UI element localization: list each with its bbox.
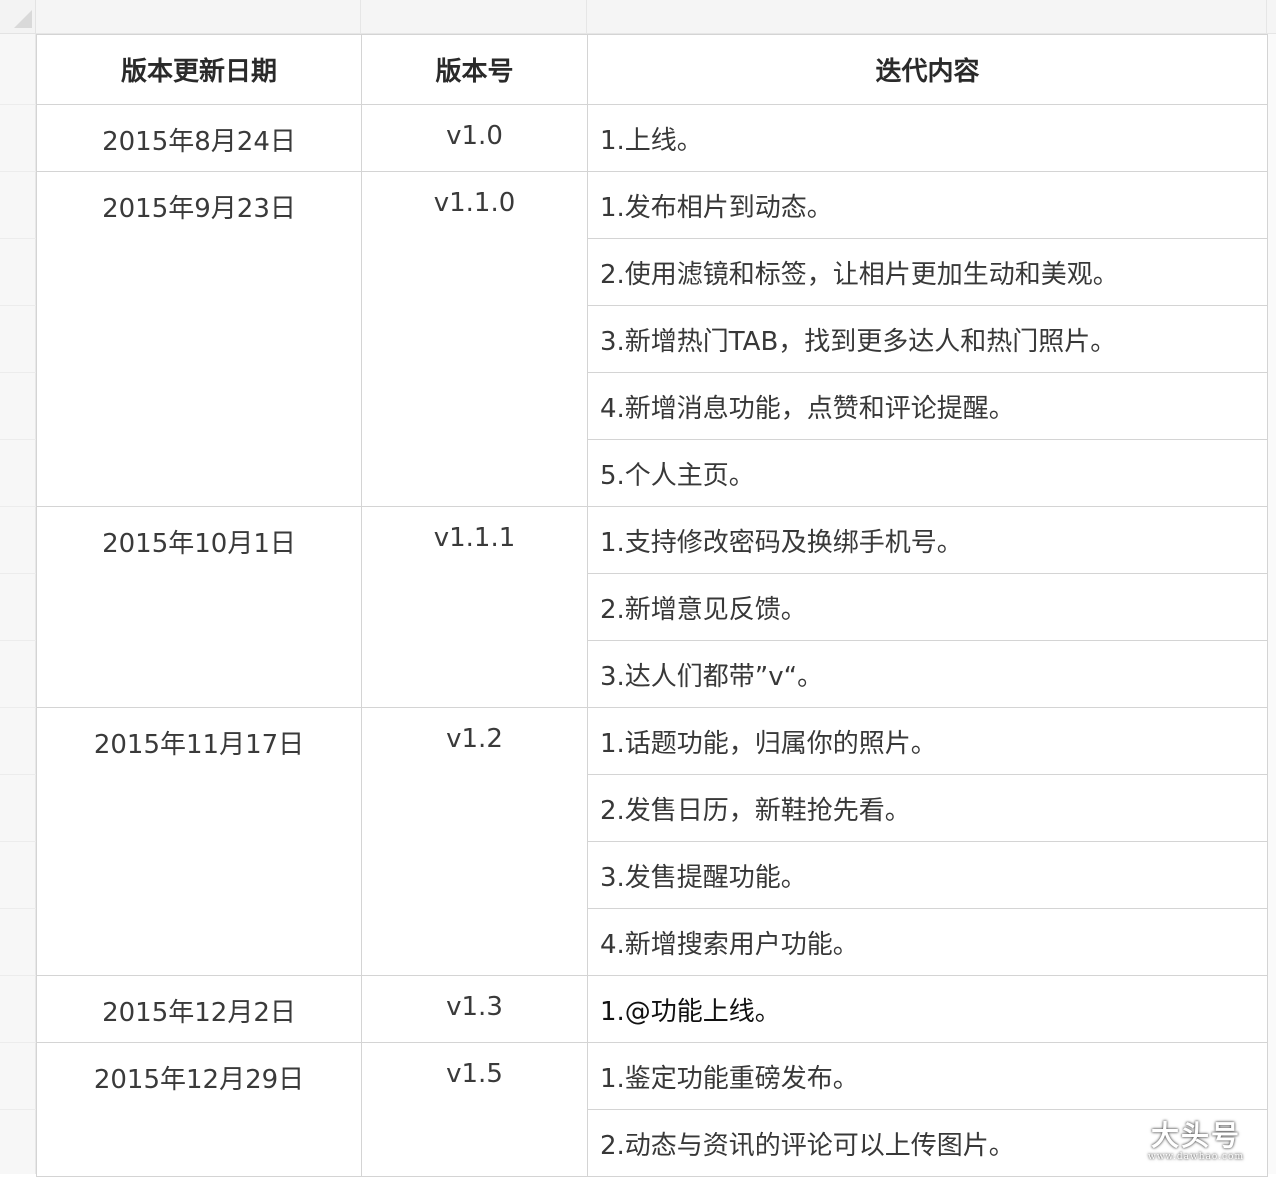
row-header-divider	[0, 238, 36, 239]
row-header-divider	[0, 975, 36, 976]
row-header-divider	[0, 640, 36, 641]
iteration-content-cell[interactable]: 1.上线。	[587, 104, 1268, 172]
iteration-content-cell[interactable]: 2.新增意见反馈。	[587, 573, 1268, 641]
version-cell[interactable]: v1.5	[361, 1042, 588, 1177]
row-header-divider	[0, 104, 36, 105]
version-history-table: 版本更新日期 版本号 迭代内容 2015年8月24日 v1.0 1.上线。 2015年…	[36, 34, 1268, 1177]
header-row: 版本更新日期 版本号 迭代内容	[36, 34, 1268, 105]
version-cell[interactable]: v1.1.0	[361, 171, 588, 507]
table-row: 2015年8月24日 v1.0 1.上线。	[36, 104, 1268, 172]
iteration-content-cell[interactable]: 3.达人们都带”v“。	[587, 640, 1268, 708]
row-header-divider	[0, 1042, 36, 1043]
table-row: 2015年12月2日 v1.3 1.@功能上线。	[36, 975, 1268, 1043]
row-header-divider	[0, 506, 36, 507]
table-row: 2015年10月1日 v1.1.1 1.支持修改密码及换绑手机号。	[36, 506, 1268, 708]
row-header-divider	[0, 305, 36, 306]
row-header-divider	[0, 707, 36, 708]
row-header-divider	[0, 573, 36, 574]
table-row: 2015年12月29日 v1.5 1.鉴定功能重磅发布。	[36, 1042, 1268, 1177]
iteration-content-cell[interactable]: 3.新增热门TAB，找到更多达人和热门照片。	[587, 305, 1268, 373]
header-version[interactable]: 版本号	[361, 34, 588, 105]
iteration-content-cell[interactable]: 2.发售日历，新鞋抢先看。	[587, 774, 1268, 842]
row-header-divider	[0, 372, 36, 373]
row-header-divider	[0, 908, 36, 909]
row-header-bar	[0, 34, 36, 1174]
iteration-content-cell[interactable]: 2.使用滤镜和标签，让相片更加生动和美观。	[587, 238, 1268, 306]
row-header-divider	[0, 841, 36, 842]
row-header-divider	[0, 439, 36, 440]
header-date[interactable]: 版本更新日期	[36, 34, 362, 105]
version-cell[interactable]: v1.2	[361, 707, 588, 976]
watermark-url: www.dawhao.com	[1147, 1152, 1244, 1162]
header-content[interactable]: 迭代内容	[587, 34, 1268, 105]
version-cell[interactable]: v1.0	[361, 104, 588, 172]
iteration-content-cell[interactable]: 1.发布相片到动态。	[587, 171, 1268, 239]
iteration-content-cell[interactable]: 4.新增搜索用户功能。	[587, 908, 1268, 976]
watermark-text: 大头号	[1150, 1119, 1241, 1152]
release-date-cell[interactable]: 2015年12月2日	[36, 975, 362, 1043]
iteration-content-cell[interactable]: 1.鉴定功能重磅发布。	[587, 1042, 1268, 1110]
table-row: 2015年9月23日 v1.1.0 1.发布相片到动态。	[36, 171, 1268, 507]
watermark-logo: 大头号 www.dawhao.com	[1148, 1114, 1244, 1162]
iteration-content-cell[interactable]: 3.发售提醒功能。	[587, 841, 1268, 909]
select-all-corner[interactable]	[0, 0, 36, 34]
release-date-cell[interactable]: 2015年8月24日	[36, 104, 362, 172]
release-date-cell[interactable]: 2015年12月29日	[36, 1042, 362, 1177]
version-cell[interactable]: v1.1.1	[361, 506, 588, 708]
row-header-divider	[0, 1109, 36, 1110]
release-date-cell[interactable]: 2015年11月17日	[36, 707, 362, 976]
release-date-cell[interactable]: 2015年9月23日	[36, 171, 362, 507]
iteration-content-cell[interactable]: 5.个人主页。	[587, 439, 1268, 507]
iteration-content-cell[interactable]: 4.新增消息功能，点赞和评论提醒。	[587, 372, 1268, 440]
iteration-content-cell[interactable]: 1.@功能上线。	[587, 975, 1268, 1043]
iteration-content-cell[interactable]: 1.话题功能，归属你的照片。	[587, 707, 1268, 775]
release-date-cell[interactable]: 2015年10月1日	[36, 506, 362, 708]
iteration-content-cell[interactable]: 1.支持修改密码及换绑手机号。	[587, 506, 1268, 574]
table-row: 2015年11月17日 v1.2 1.话题功能，归属你的照片。	[36, 707, 1268, 976]
row-header-divider	[0, 774, 36, 775]
column-header-bar	[36, 0, 1276, 34]
row-header-divider	[0, 171, 36, 172]
version-cell[interactable]: v1.3	[361, 975, 588, 1043]
select-all-triangle-icon	[14, 10, 32, 28]
